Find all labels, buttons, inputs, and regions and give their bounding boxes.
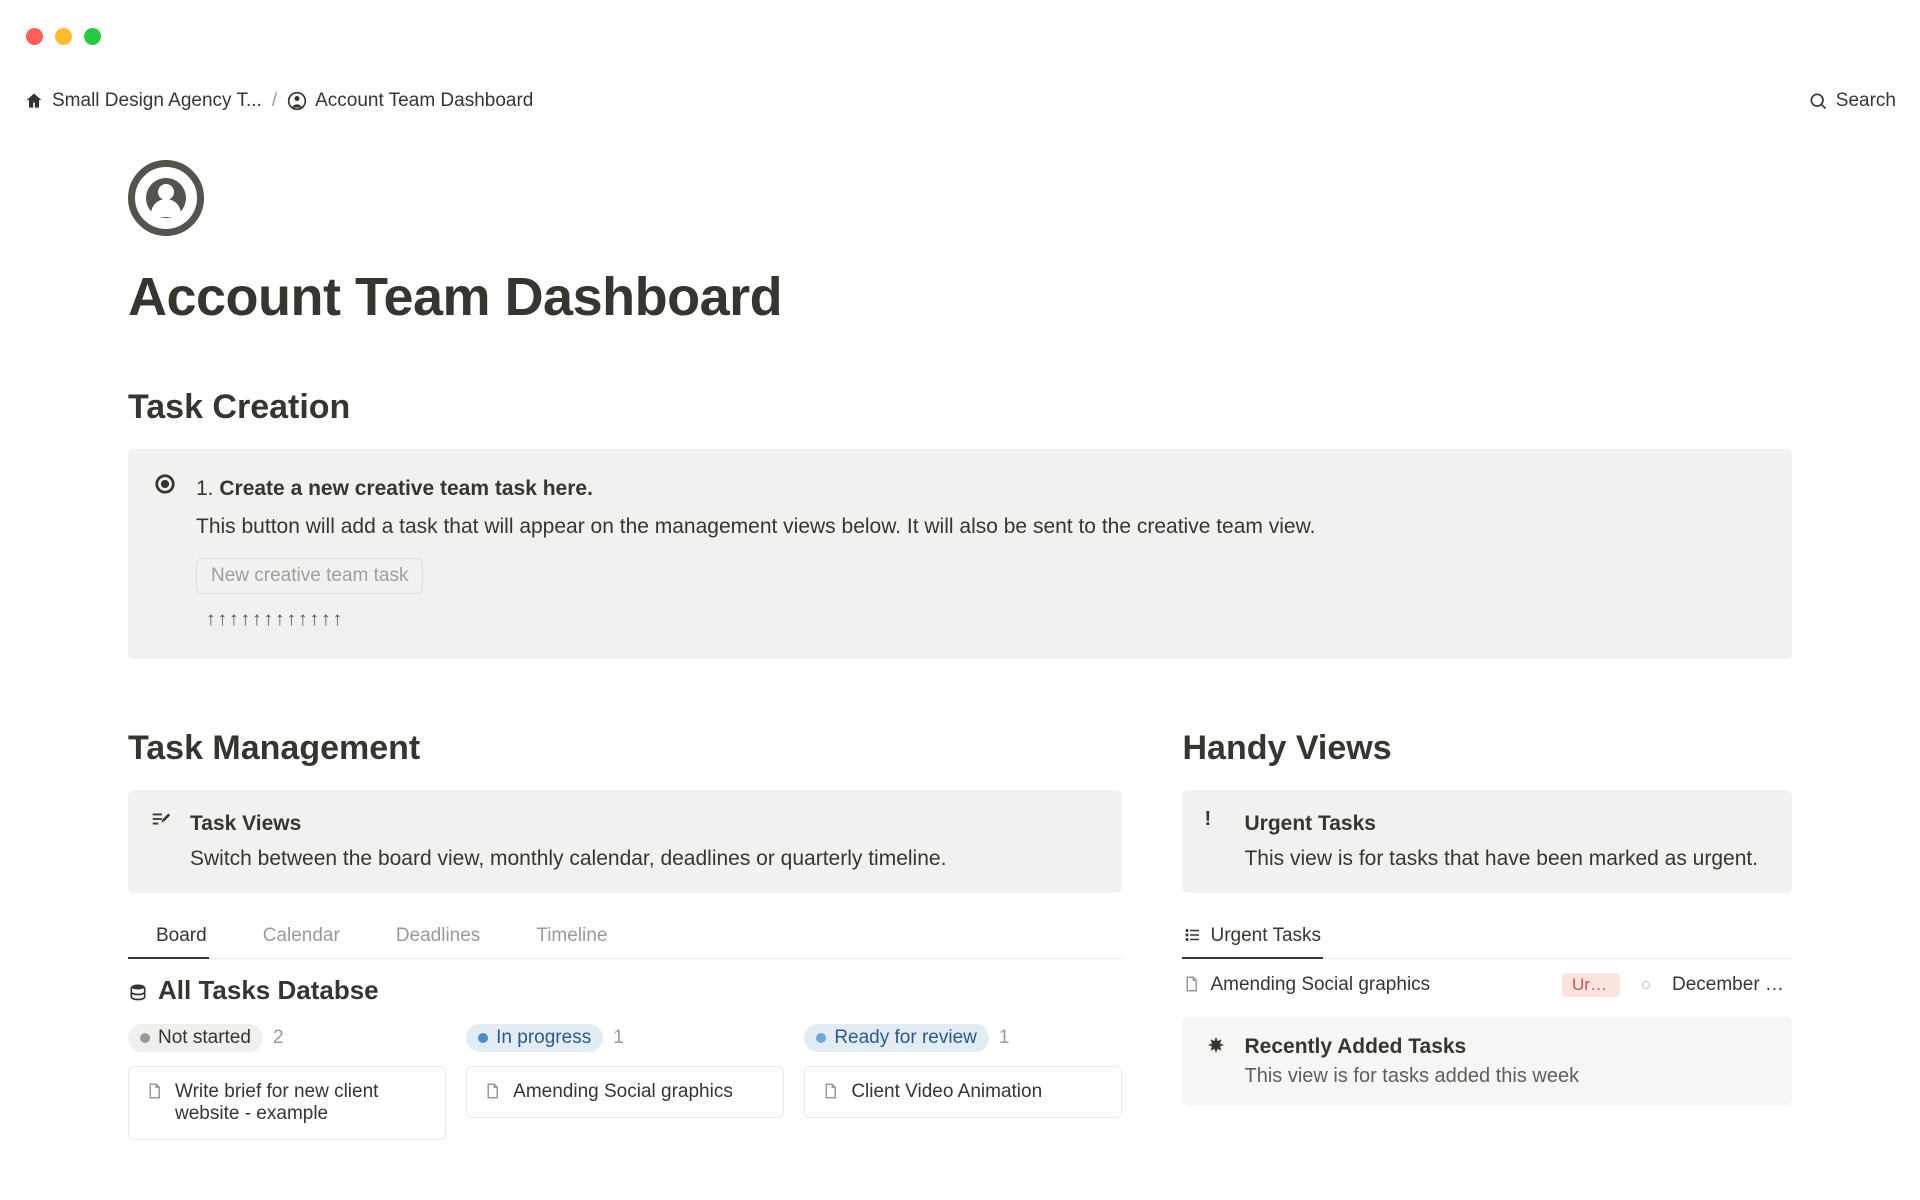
task-creation-callout: 1. Create a new creative team task here.… <box>128 449 1792 659</box>
tab-calendar[interactable]: Calendar <box>235 917 342 958</box>
recently-added-tasks-callout: Recently Added Tasks This view is for ta… <box>1182 1017 1792 1106</box>
section-handy-views-heading: Handy Views <box>1182 729 1792 768</box>
list-icon <box>1184 925 1202 947</box>
search-button[interactable]: Search <box>1808 90 1896 112</box>
section-task-creation-heading: Task Creation <box>128 388 1792 427</box>
starburst-icon <box>1204 1035 1228 1088</box>
tab-board-label: Board <box>156 925 207 947</box>
page-icon <box>145 1081 163 1103</box>
page-content: Account Team Dashboard Task Creation 1. … <box>128 160 1792 1140</box>
status-label: Ready for review <box>834 1027 977 1049</box>
tab-urgent-tasks[interactable]: Urgent Tasks <box>1182 917 1323 959</box>
page-icon <box>1182 974 1200 996</box>
breadcrumb: Small Design Agency T... / Account Team … <box>24 90 533 112</box>
task-creation-desc: This button will add a task that will ap… <box>196 511 1766 543</box>
window-traffic-lights <box>26 28 101 45</box>
task-views-callout: Task Views Switch between the board view… <box>128 790 1122 893</box>
breadcrumb-separator: / <box>272 90 277 112</box>
task-creation-lead-num: 1. <box>196 477 219 500</box>
window-maximize-button[interactable] <box>84 28 101 45</box>
column-count: 1 <box>999 1027 1010 1049</box>
view-tabs: Board Calendar Deadlines Timeline <box>128 917 1122 959</box>
urgent-task-row[interactable]: Amending Social graphics Urg... December… <box>1182 959 1792 1011</box>
home-icon <box>24 90 44 112</box>
breadcrumb-parent[interactable]: Small Design Agency T... <box>24 90 262 112</box>
urgent-task-date: December 8, ... <box>1672 974 1792 996</box>
breadcrumb-current[interactable]: Account Team Dashboard <box>287 90 533 112</box>
target-icon <box>154 473 178 635</box>
board-column-not-started: Not started 2 Write brief for new client… <box>128 1024 446 1140</box>
board-card[interactable]: Write brief for new client website - exa… <box>128 1066 446 1140</box>
card-title: Client Video Animation <box>851 1081 1042 1103</box>
recently-added-title: Recently Added Tasks <box>1244 1035 1579 1059</box>
status-label: In progress <box>496 1027 591 1049</box>
task-views-desc: Switch between the board view, monthly c… <box>190 843 1100 875</box>
status-pill-ready-for-review[interactable]: Ready for review <box>804 1024 989 1052</box>
task-creation-lead: 1. Create a new creative team task here. <box>196 473 1766 505</box>
recently-added-desc: This view is for tasks added this week <box>1244 1065 1579 1088</box>
urgent-badge: Urg... <box>1562 973 1620 997</box>
status-label: Not started <box>158 1027 251 1049</box>
status-pill-not-started[interactable]: Not started <box>128 1024 263 1052</box>
person-circle-icon <box>287 90 307 112</box>
database-title-label: All Tasks Databse <box>158 975 379 1006</box>
board-card[interactable]: Amending Social graphics <box>466 1066 784 1118</box>
urgent-tasks-title: Urgent Tasks <box>1244 808 1770 840</box>
database-title[interactable]: All Tasks Databse <box>128 975 1122 1006</box>
assignee-placeholder <box>1642 981 1650 989</box>
arrows-decoration: ↑↑↑↑↑↑↑↑↑↑↑↑ <box>206 606 1766 635</box>
tab-deadlines[interactable]: Deadlines <box>368 917 483 958</box>
breadcrumb-parent-label: Small Design Agency T... <box>52 90 262 112</box>
breadcrumb-current-label: Account Team Dashboard <box>315 90 533 112</box>
tab-board[interactable]: Board <box>128 917 209 959</box>
search-label: Search <box>1836 90 1896 112</box>
column-count: 1 <box>613 1027 624 1049</box>
tab-timeline-label: Timeline <box>536 925 607 947</box>
pencil-edit-icon <box>150 808 174 875</box>
topbar: Small Design Agency T... / Account Team … <box>24 90 1896 112</box>
board-icon <box>130 925 148 947</box>
deadlines-icon <box>370 925 388 947</box>
timeline-icon <box>510 925 528 947</box>
card-title: Amending Social graphics <box>513 1081 733 1103</box>
window-close-button[interactable] <box>26 28 43 45</box>
column-count: 2 <box>273 1027 284 1049</box>
tab-calendar-label: Calendar <box>263 925 340 947</box>
page-icon <box>821 1081 839 1103</box>
page-icon <box>483 1081 501 1103</box>
page-icon-person[interactable] <box>128 160 204 236</box>
database-icon <box>128 975 148 1006</box>
exclamation-icon: ! <box>1204 808 1228 875</box>
tab-timeline[interactable]: Timeline <box>508 917 609 958</box>
status-pill-in-progress[interactable]: In progress <box>466 1024 603 1052</box>
section-task-management-heading: Task Management <box>128 729 1122 768</box>
urgent-tasks-desc: This view is for tasks that have been ma… <box>1244 843 1770 875</box>
calendar-icon <box>237 925 255 947</box>
board-column-ready-for-review: Ready for review 1 Client Video Animatio… <box>804 1024 1122 1140</box>
task-creation-lead-bold: Create a new creative team task here. <box>219 477 593 500</box>
search-icon <box>1808 90 1828 112</box>
task-views-title: Task Views <box>190 808 1100 840</box>
tab-deadlines-label: Deadlines <box>396 925 481 947</box>
page-title: Account Team Dashboard <box>128 266 1792 328</box>
urgent-tasks-callout: ! Urgent Tasks This view is for tasks th… <box>1182 790 1792 893</box>
card-title: Write brief for new client website - exa… <box>175 1081 429 1125</box>
urgent-view-tabs: Urgent Tasks <box>1182 917 1792 959</box>
new-creative-team-task-button[interactable]: New creative team task <box>196 558 423 594</box>
board-card[interactable]: Client Video Animation <box>804 1066 1122 1118</box>
board-view: Not started 2 Write brief for new client… <box>128 1024 1122 1140</box>
tab-urgent-tasks-label: Urgent Tasks <box>1210 925 1321 947</box>
board-column-in-progress: In progress 1 Amending Social graphics <box>466 1024 784 1140</box>
window-minimize-button[interactable] <box>55 28 72 45</box>
urgent-task-title: Amending Social graphics <box>1210 974 1430 996</box>
